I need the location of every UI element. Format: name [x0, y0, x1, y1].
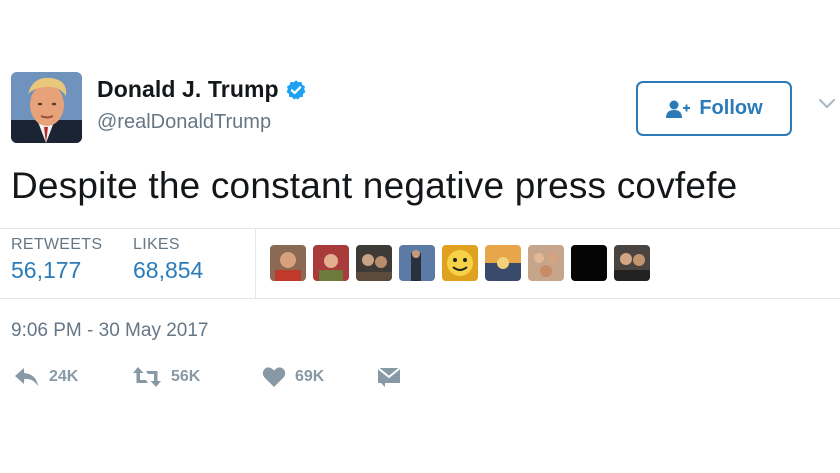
- liker-avatar[interactable]: [356, 245, 392, 281]
- like-button[interactable]: 69K: [262, 366, 376, 388]
- direct-message-icon: [376, 366, 402, 388]
- tweet-text: Despite the constant negative press covf…: [11, 165, 738, 206]
- action-bar: 24K 56K 69K: [14, 366, 402, 388]
- divider: [0, 298, 840, 299]
- retweets-stat[interactable]: RETWEETS 56,177: [11, 236, 102, 284]
- retweet-count: 56K: [171, 368, 201, 385]
- liker-avatar[interactable]: [614, 245, 650, 281]
- liker-avatar[interactable]: [270, 245, 306, 281]
- liker-avatars: [270, 245, 650, 281]
- liker-avatar[interactable]: [528, 245, 564, 281]
- direct-message-button[interactable]: [376, 366, 402, 388]
- retweets-label: RETWEETS: [11, 236, 103, 253]
- user-avatar[interactable]: [11, 72, 82, 143]
- stats-divider: [255, 229, 256, 298]
- likes-value: 68,854: [133, 257, 204, 283]
- reply-button[interactable]: 24K: [14, 366, 132, 388]
- tweet-timestamp[interactable]: 9:06 PM - 30 May 2017: [11, 320, 209, 342]
- chevron-down-icon[interactable]: [817, 97, 837, 111]
- liker-avatar[interactable]: [399, 245, 435, 281]
- divider: [0, 228, 840, 229]
- liker-avatar[interactable]: [313, 245, 349, 281]
- heart-icon: [262, 366, 286, 388]
- likes-label: LIKES: [133, 236, 180, 253]
- retweet-icon: [132, 366, 162, 388]
- follow-user-icon: [665, 99, 691, 119]
- follow-button[interactable]: Follow: [636, 81, 792, 136]
- retweet-button[interactable]: 56K: [132, 366, 262, 388]
- liker-avatar[interactable]: [571, 245, 607, 281]
- like-count: 69K: [295, 368, 325, 385]
- follow-button-label: Follow: [699, 97, 763, 119]
- reply-icon: [14, 366, 40, 388]
- user-handle[interactable]: @realDonaldTrump: [97, 111, 271, 134]
- liker-avatar[interactable]: [485, 245, 521, 281]
- likes-stat[interactable]: LIKES 68,854: [133, 236, 203, 284]
- liker-avatar[interactable]: [442, 245, 478, 281]
- retweets-value: 56,177: [11, 257, 82, 283]
- user-name-row[interactable]: Donald J. Trump: [97, 76, 307, 103]
- verified-badge-icon: [285, 79, 307, 101]
- display-name[interactable]: Donald J. Trump: [97, 76, 279, 103]
- reply-count: 24K: [49, 368, 79, 385]
- tweet-card: Donald J. Trump @realDonaldTrump Follow …: [0, 0, 840, 473]
